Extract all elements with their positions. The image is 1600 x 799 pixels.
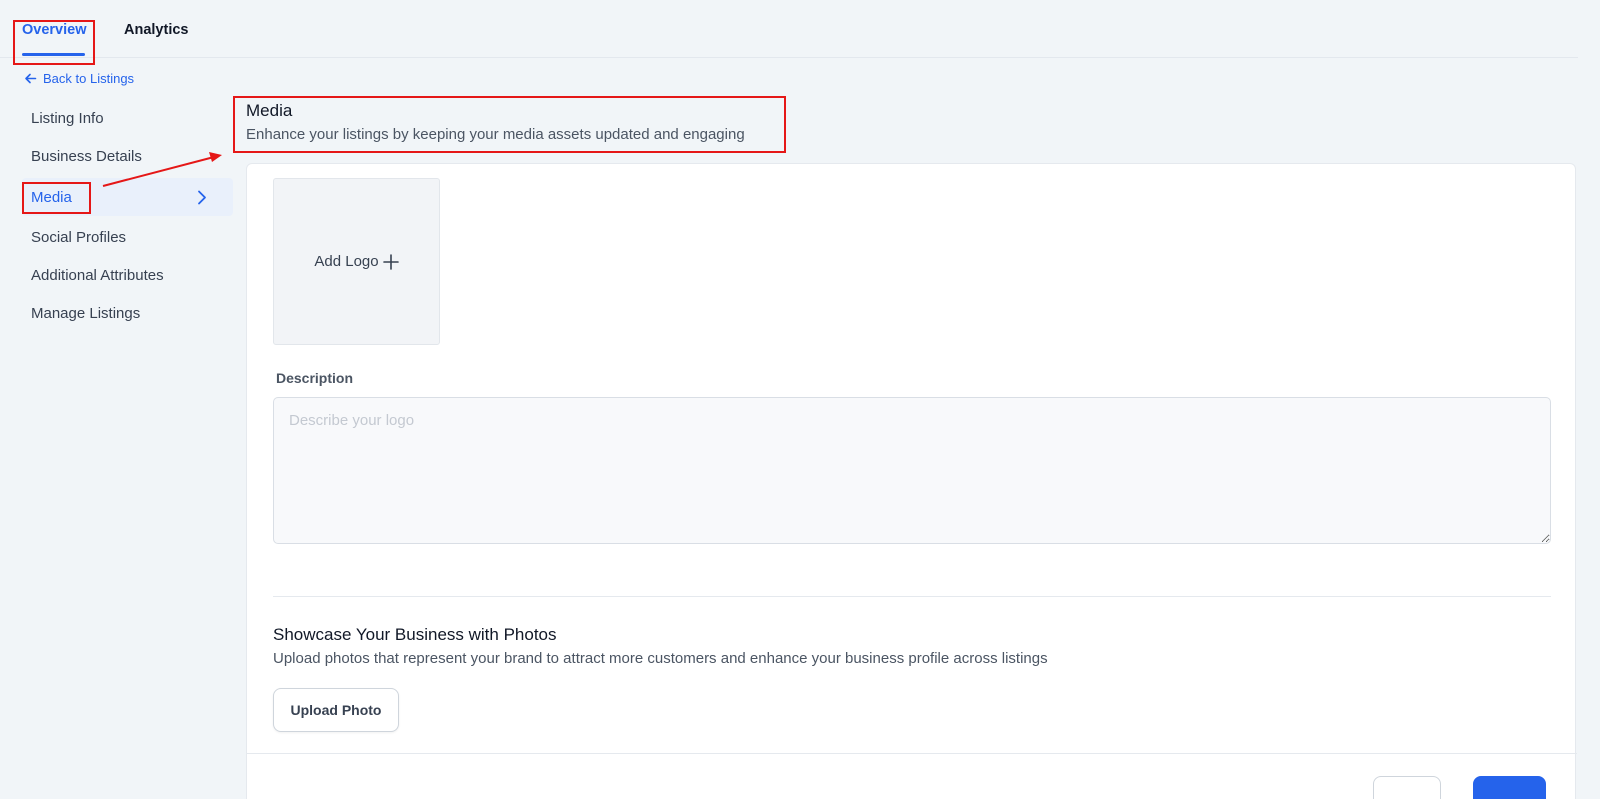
sidebar-item-manage-listings[interactable]: Manage Listings [22,294,233,332]
tab-analytics[interactable]: Analytics [124,22,188,38]
sidebar-item-media[interactable]: Media [22,178,233,216]
sidebar-item-business-details[interactable]: Business Details [22,137,233,175]
description-textarea[interactable] [273,397,1551,544]
tab-bar: Overview Analytics [0,0,1578,58]
sidebar-item-label: Manage Listings [31,304,141,322]
active-tab-indicator [22,53,85,56]
back-link-label: Back to Listings [43,71,135,86]
save-button[interactable] [1473,776,1546,799]
sidebar-item-label: Listing Info [31,109,104,127]
back-to-listings-link[interactable]: Back to Listings [24,71,134,86]
footer-divider [247,753,1577,754]
page-subtitle: Enhance your listings by keeping your me… [246,126,745,143]
arrow-left-icon [25,73,37,84]
media-card: Add Logo Description Showcase Your Busin… [246,163,1577,799]
sidebar-item-label: Media [31,188,72,206]
section-divider [273,596,1551,597]
upload-photo-button[interactable]: Upload Photo [273,688,399,732]
sidebar-item-additional-attributes[interactable]: Additional Attributes [22,256,233,294]
sidebar-item-listing-info[interactable]: Listing Info [22,99,233,137]
annotation-box-media-header [233,96,786,153]
plus-icon [382,253,399,270]
add-logo-button[interactable]: Add Logo [273,178,440,345]
sidebar-item-label: Business Details [31,147,142,165]
sidebar-item-label: Additional Attributes [31,266,164,284]
chevron-right-icon [198,190,206,205]
sidebar-item-label: Social Profiles [31,228,127,246]
page: Overview Analytics Back to Listings List… [0,0,1600,799]
page-title: Media [246,101,293,120]
description-label: Description [276,370,354,386]
photos-section-subtitle: Upload photos that represent your brand … [273,650,1048,667]
sidebar-item-social-profiles[interactable]: Social Profiles [22,218,233,256]
photos-section-title: Showcase Your Business with Photos [273,625,557,644]
tab-overview[interactable]: Overview [22,22,87,38]
add-logo-label: Add Logo [314,253,379,270]
cancel-button[interactable] [1373,776,1441,799]
